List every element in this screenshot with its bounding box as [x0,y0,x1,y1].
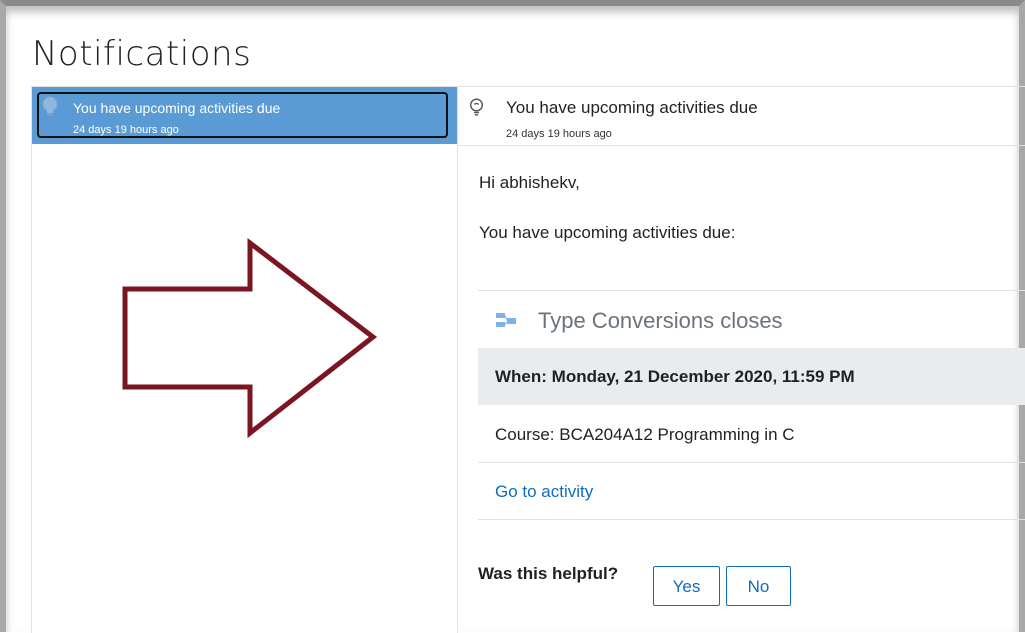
notification-detail-title: You have upcoming activities due [506,98,758,117]
event-when-row: When: Monday, 21 December 2020, 11:59 PM [478,348,1025,405]
lightbulb-icon [469,98,484,117]
event-card: Type Conversions closes When: Monday, 21… [478,290,1025,520]
intro-text: You have upcoming activities due: [479,223,736,242]
lightbulb-icon [41,96,59,118]
notification-list-panel: You have upcoming activities due 24 days… [31,86,458,633]
notification-list-item-time: 24 days 19 hours ago [73,124,179,136]
page-title: Notifications [32,34,252,74]
event-course-text: Course: BCA204A12 Programming in C [495,425,795,444]
notification-detail-header: You have upcoming activities due 24 days… [457,87,1025,146]
assignment-icon [495,311,517,331]
go-to-activity-link[interactable]: Go to activity [495,482,593,502]
event-link-row: Go to activity [478,463,1025,520]
event-course-row: Course: BCA204A12 Programming in C [478,405,1025,463]
greeting-text: Hi abhishekv, [479,173,580,192]
feedback-no-button[interactable]: No [726,566,791,606]
feedback-question: Was this helpful? [478,564,619,583]
notification-list-item-selected[interactable]: You have upcoming activities due 24 days… [32,87,457,144]
event-name: Type Conversions closes [538,308,783,333]
notification-detail-time: 24 days 19 hours ago [506,128,612,140]
feedback-yes-button[interactable]: Yes [653,566,720,606]
event-when-text: When: Monday, 21 December 2020, 11:59 PM [495,367,855,386]
right-arrow-annotation [122,237,378,439]
notification-detail-panel: You have upcoming activities due 24 days… [457,86,1025,633]
event-title-row: Type Conversions closes [478,291,1025,348]
notification-list-item-title: You have upcoming activities due [73,100,281,116]
